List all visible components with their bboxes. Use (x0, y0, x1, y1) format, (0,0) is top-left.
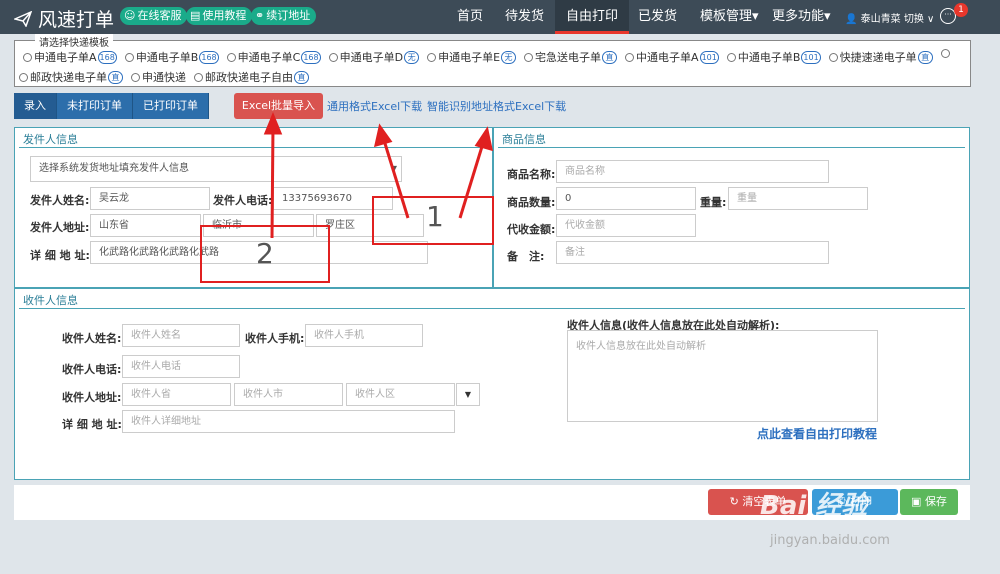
annotation-arrow (381, 136, 410, 219)
annotation-arrow (458, 139, 486, 219)
arrow-head (373, 123, 393, 148)
baidu-watermark-url: jingyan.baidu.com (770, 533, 890, 548)
arrow-head (474, 126, 493, 152)
arrow-head (263, 112, 283, 135)
annotation-arrow (270, 124, 275, 239)
baidu-watermark: Bai 经验 (760, 491, 868, 521)
